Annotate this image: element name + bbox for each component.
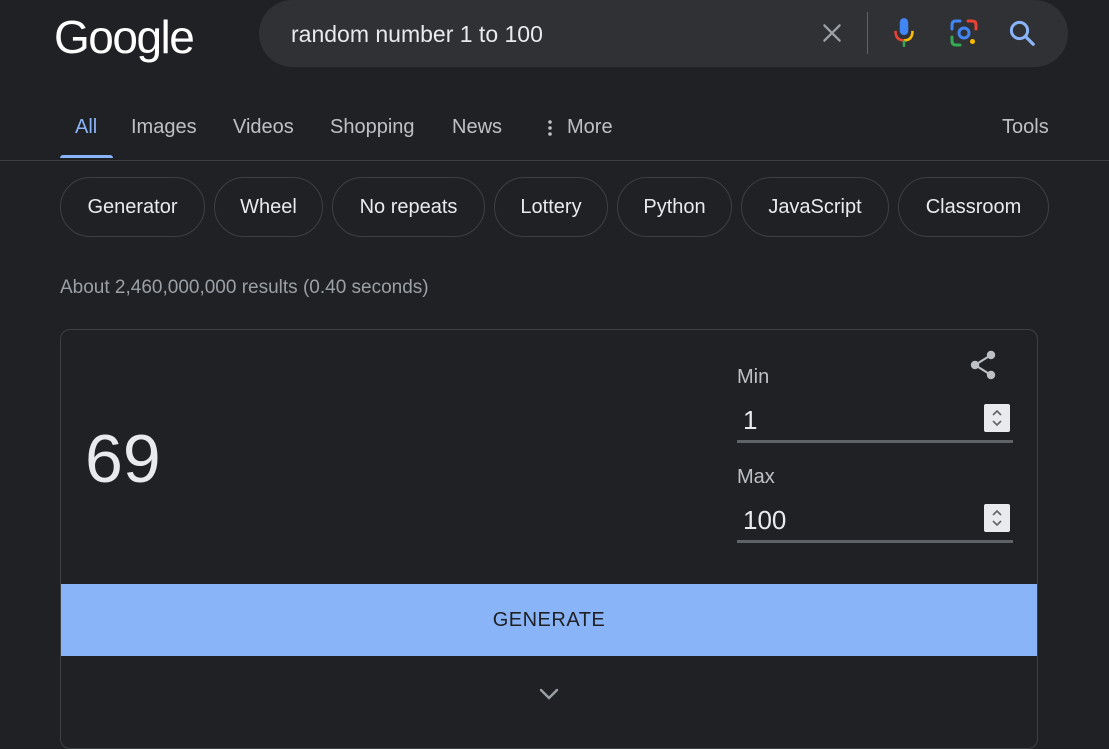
search-box bbox=[259, 0, 1068, 67]
search-icon[interactable] bbox=[1005, 16, 1039, 50]
tab-more[interactable]: More bbox=[545, 116, 613, 139]
tools-button[interactable]: Tools bbox=[1002, 116, 1049, 139]
generate-button[interactable]: GENERATE bbox=[61, 584, 1037, 656]
chip-python[interactable]: Python bbox=[617, 177, 732, 237]
min-label: Min bbox=[737, 366, 770, 388]
chip-wheel[interactable]: Wheel bbox=[214, 177, 323, 237]
chevron-down-icon[interactable] bbox=[535, 680, 563, 708]
max-field bbox=[737, 500, 1013, 543]
max-stepper[interactable] bbox=[984, 504, 1010, 532]
tabs-divider bbox=[0, 160, 1109, 161]
active-tab-indicator bbox=[60, 155, 113, 158]
tab-shopping[interactable]: Shopping bbox=[330, 116, 415, 139]
microphone-icon[interactable] bbox=[887, 16, 921, 50]
max-input[interactable] bbox=[741, 502, 975, 538]
chip-javascript[interactable]: JavaScript bbox=[741, 177, 889, 237]
min-stepper[interactable] bbox=[984, 404, 1010, 432]
random-number-card: 69 Min Max GENERATE bbox=[60, 329, 1038, 749]
max-label: Max bbox=[737, 466, 775, 488]
chip-lottery[interactable]: Lottery bbox=[494, 177, 608, 237]
random-result: 69 bbox=[85, 421, 161, 497]
search-divider bbox=[867, 12, 868, 54]
close-icon[interactable] bbox=[815, 16, 849, 50]
tab-all[interactable]: All bbox=[75, 116, 97, 139]
search-tabs: All Images Videos Shopping News More Too… bbox=[0, 100, 1109, 160]
chip-classroom[interactable]: Classroom bbox=[898, 177, 1049, 237]
tab-news[interactable]: News bbox=[452, 116, 502, 139]
chip-no-repeats[interactable]: No repeats bbox=[332, 177, 485, 237]
chip-generator[interactable]: Generator bbox=[60, 177, 205, 237]
min-field bbox=[737, 400, 1013, 443]
more-vert-icon bbox=[548, 119, 552, 136]
lens-camera-icon[interactable] bbox=[947, 16, 981, 50]
search-input[interactable] bbox=[289, 18, 793, 50]
result-stats: About 2,460,000,000 results (0.40 second… bbox=[60, 277, 429, 298]
tab-more-label: More bbox=[567, 116, 613, 138]
google-logo[interactable]: Google bbox=[54, 10, 195, 64]
share-icon[interactable] bbox=[966, 348, 1000, 382]
tab-videos[interactable]: Videos bbox=[233, 116, 294, 139]
min-input[interactable] bbox=[741, 402, 975, 438]
tab-images[interactable]: Images bbox=[131, 116, 197, 139]
